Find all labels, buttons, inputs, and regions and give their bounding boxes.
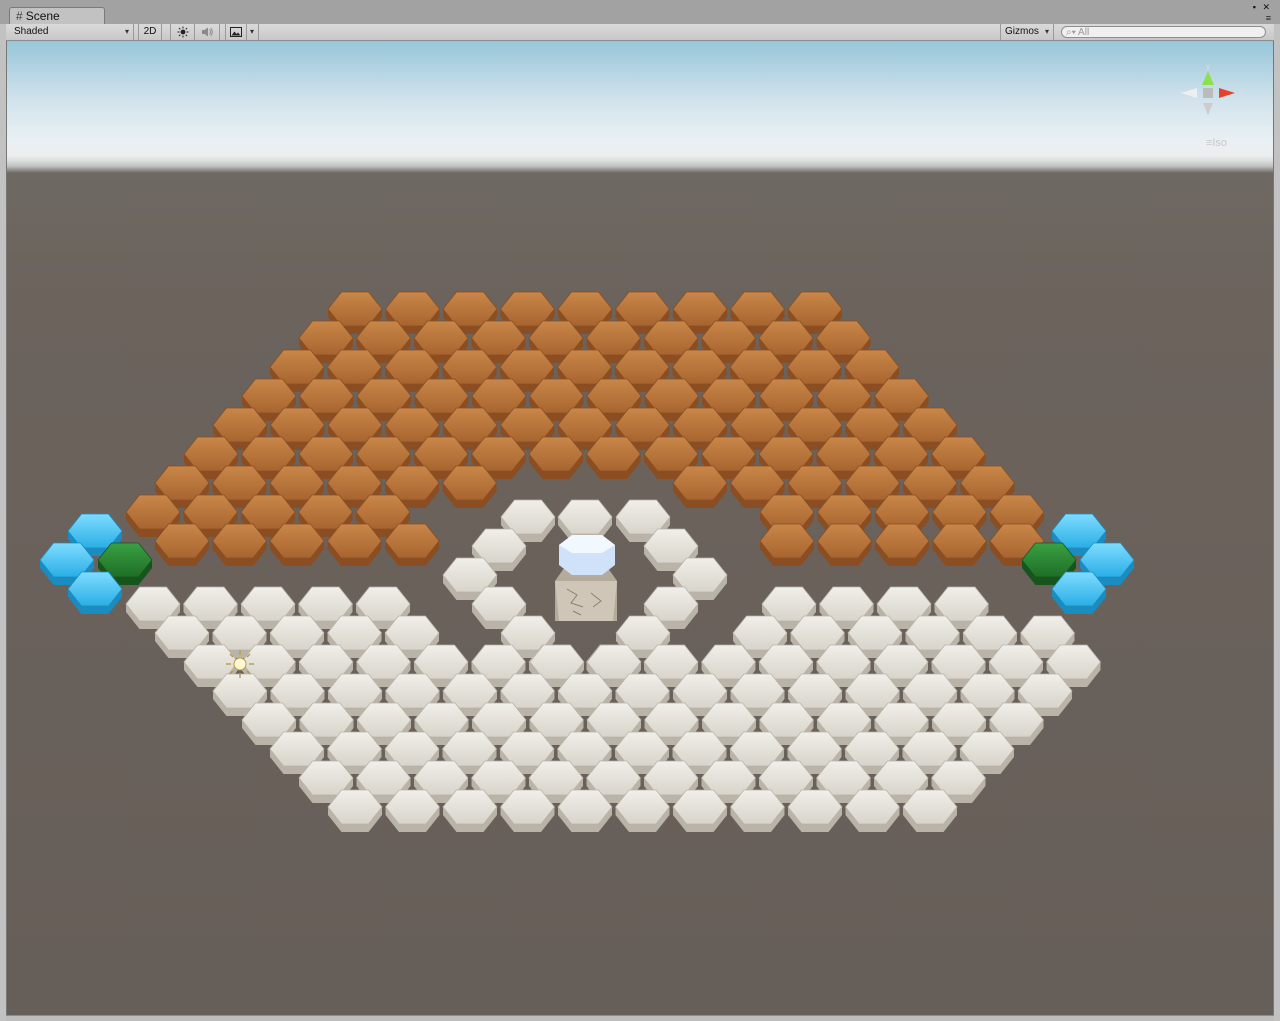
scene-toolbar: Shaded 2D Gizmos ⌕▾ All [6,24,1274,41]
scene-viewport[interactable]: y x ≡Iso [6,41,1274,1015]
center-pillar[interactable] [555,535,617,621]
speaker-icon [202,27,213,37]
stone-hex-tile[interactable] [384,789,441,832]
axis-y-label: y [1206,62,1210,71]
audio-toggle[interactable] [195,24,220,40]
dirt-hex-tile[interactable] [931,523,988,566]
image-icon [230,27,242,37]
stone-hex-tile[interactable] [614,789,671,832]
bottom-border [6,1015,1274,1021]
water-hex-tile[interactable] [67,571,123,614]
dirt-hex-tile[interactable] [326,523,383,566]
axis-neg-x-cone[interactable] [1181,88,1197,98]
effects-dropdown[interactable] [247,24,259,40]
stone-hex-tile[interactable] [902,789,958,832]
stone-hex-tile[interactable] [327,789,383,832]
dirt-hex-tile[interactable] [441,465,498,508]
search-placeholder: All [1078,27,1090,38]
stone-hex-tile[interactable] [557,789,613,832]
shading-mode-dropdown[interactable]: Shaded [6,24,134,40]
gizmos-label: Gizmos [1005,26,1039,37]
projection-toggle[interactable]: ≡Iso [1206,137,1227,149]
scene-grid-icon: # [16,9,23,23]
axis-x-label: x [1239,89,1243,98]
shading-mode-label: Shaded [14,26,49,37]
dirt-hex-tile[interactable] [384,523,440,566]
window-buttons[interactable]: ▪ ✕ [1253,2,1272,13]
axis-y-cone[interactable] [1202,71,1214,85]
dirt-hex-tile[interactable] [672,465,728,508]
water-hex-tile[interactable] [1051,571,1107,614]
dirt-hex-tile[interactable] [211,523,268,566]
search-icon: ⌕▾ [1066,27,1076,38]
stone-hex-tile[interactable] [787,789,843,832]
lighting-toggle[interactable] [170,24,195,40]
dirt-hex-tile[interactable] [154,523,210,566]
stone-hex-tile[interactable] [672,789,728,832]
dirt-hex-tile[interactable] [585,436,642,479]
gizmo-center-cube[interactable] [1203,88,1213,98]
axis-x-cone[interactable] [1219,88,1235,98]
axis-neg-y-cone[interactable] [1203,103,1213,115]
sun-icon [177,26,188,38]
dirt-hex-tile[interactable] [759,523,815,566]
dirt-hex-tile[interactable] [816,523,873,566]
tab-scene[interactable]: # Scene [9,7,105,24]
toggle-2d-button[interactable]: 2D [138,24,162,40]
hex-map [39,291,1135,832]
toggle-2d-label: 2D [143,26,157,37]
dirt-hex-tile[interactable] [528,436,584,479]
projection-label: Iso [1212,137,1227,149]
dirt-hex-tile[interactable] [874,523,930,566]
tab-menu-icon[interactable]: ≡ [1266,13,1271,23]
effects-toggle[interactable] [225,24,247,40]
search-input[interactable]: ⌕▾ All [1061,26,1266,38]
directional-light-icon[interactable] [226,650,254,678]
stone-hex-tile[interactable] [499,789,556,832]
stone-hex-tile[interactable] [729,789,786,832]
stone-hex-tile[interactable] [844,789,901,832]
orientation-gizmo[interactable]: y x [1173,61,1243,141]
gizmos-dropdown[interactable]: Gizmos [1000,24,1054,40]
stone-hex-tile[interactable] [442,789,498,832]
tab-scene-label: Scene [25,9,60,23]
dirt-hex-tile[interactable] [269,523,325,566]
tab-bar: # Scene ▪ ✕ ≡ [0,0,1280,24]
